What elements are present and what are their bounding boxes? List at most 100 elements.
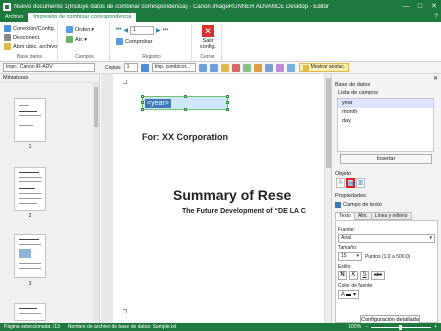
pen-icon[interactable] (253, 63, 262, 72)
view-icon[interactable] (286, 63, 295, 72)
object-icons: A ▤ ▥ (336, 178, 365, 188)
field-list: year month day (337, 98, 434, 152)
tab-alin[interactable]: Alin. (353, 212, 372, 220)
next-record-icon[interactable]: ▶ (156, 27, 161, 34)
thumbnail-page-3[interactable] (14, 234, 46, 278)
crop-mark (123, 309, 127, 313)
maximize-button[interactable]: □ (413, 0, 427, 13)
show-annotations-button[interactable]: Mostrar anotac. (298, 63, 350, 72)
year-field[interactable]: <year> (141, 95, 229, 111)
print-icon[interactable] (140, 63, 149, 72)
add-page-icon[interactable] (242, 63, 251, 72)
font-color-label: Color de fuente: (338, 283, 374, 289)
underline-button[interactable]: S (360, 271, 369, 280)
field-item-month[interactable]: month (338, 108, 433, 117)
thumbnail-page-4[interactable] (14, 303, 46, 321)
field-item-year[interactable]: year (338, 99, 433, 108)
attributes-icon (66, 36, 73, 43)
tab-archivo[interactable]: Archivo (0, 13, 28, 22)
zoom-out-icon[interactable]: − (365, 324, 368, 330)
zoom-control: 100% − + (344, 324, 441, 330)
thumbnail-number: 2 (28, 213, 32, 219)
resize-handle[interactable] (141, 101, 144, 104)
zoom-slider[interactable] (371, 324, 432, 330)
chevron-down-icon: ▾ (353, 292, 357, 298)
property-tabs: Texto Alin. Línea y relleno (335, 212, 412, 220)
document-canvas: <year> For: XX Corporation Summary of Re… (101, 74, 331, 323)
image-placeholder (19, 249, 31, 258)
open-icon[interactable] (220, 63, 229, 72)
thumbnail-page-2[interactable] (14, 167, 46, 211)
tab-linea-relleno[interactable]: Línea y relleno (370, 212, 412, 220)
copies-input[interactable]: 1 (123, 63, 138, 72)
strikethrough-button[interactable]: abc (371, 271, 385, 280)
image-object-icon[interactable]: ▥ (356, 178, 365, 188)
font-color-picker[interactable]: A ▾ (338, 290, 360, 299)
group-base-datos: Conexión/Config. Desconect. Abrir ubic. … (2, 23, 58, 61)
field-object-icon[interactable]: ▤ (346, 178, 355, 188)
copies-label: Copias (105, 64, 121, 71)
text-object-icon[interactable]: A (336, 178, 345, 188)
delete-icon[interactable] (231, 63, 240, 72)
group-registro: ⏮ ◀ 1 ▶ ⏭ Comprobar Registro (112, 23, 192, 61)
chevron-down-icon: ▾ (84, 36, 88, 43)
canvas-scrollbar[interactable] (324, 74, 331, 323)
check-button[interactable]: Comprobar (116, 38, 153, 45)
resize-handle[interactable] (184, 95, 187, 98)
resize-handle[interactable] (226, 95, 229, 98)
ribbon-tabs: Archivo Impresión de combinar correspond… (0, 13, 441, 22)
prev-record-icon[interactable]: ◀ (123, 27, 128, 34)
resize-handle[interactable] (184, 108, 187, 111)
open-file-location-button[interactable]: Abrir ubic. archivo (4, 43, 57, 50)
first-record-icon[interactable]: ⏮ (116, 27, 121, 34)
crop-mark (123, 80, 127, 84)
printer-select[interactable]: Impr.: Canon iR-ADV (3, 63, 95, 72)
ribbon: Conexión/Config. Desconect. Abrir ubic. … (0, 22, 441, 62)
size-label: Tamaño: (338, 245, 358, 251)
connect-config-button[interactable]: Conexión/Config. (4, 25, 55, 32)
disconnect-button[interactable]: Desconect. (4, 34, 41, 41)
tab-texto[interactable]: Texto (335, 212, 355, 220)
help-icon[interactable]: ? (431, 14, 441, 22)
resize-handle[interactable] (226, 108, 229, 111)
group-campos: Orden ▾ Atr. ▾ Campos (60, 23, 110, 61)
bold-button[interactable]: N (338, 271, 347, 280)
document-page: <year> For: XX Corporation Summary of Re… (113, 74, 331, 323)
annotation-icon (302, 64, 309, 71)
font-label: Fuente: (338, 227, 355, 233)
close-icon[interactable]: ✕ (433, 75, 438, 82)
close-window-button[interactable]: ✕ (427, 0, 441, 13)
database-icon (4, 25, 11, 32)
selected-page-status: Página seleccionada: /13 (4, 324, 60, 330)
attributes-button[interactable]: Atr. ▾ (66, 36, 87, 43)
thumbnail-scrollbar[interactable] (93, 83, 99, 321)
last-record-icon[interactable]: ⏭ (163, 27, 168, 34)
tab-mail-merge[interactable]: Impresión de combinar correspondencia (28, 13, 137, 22)
resize-handle[interactable] (226, 101, 229, 104)
order-button[interactable]: Orden ▾ (66, 26, 94, 33)
disconnect-icon (4, 34, 11, 41)
stamp-icon[interactable] (264, 63, 273, 72)
insert-button[interactable]: Insertar (340, 154, 432, 164)
size-select[interactable]: 15 ▾ (338, 252, 362, 261)
year-placeholder: <year> (145, 99, 171, 108)
zoom-in-icon[interactable]: + (434, 324, 437, 330)
field-item-day[interactable]: day (338, 117, 433, 126)
group-label-campos: Campos (75, 54, 94, 60)
thumbnail-page-1[interactable] (14, 98, 46, 142)
redo-icon[interactable] (209, 63, 218, 72)
exit-config-button[interactable]: ✕ Salir config. (197, 25, 219, 50)
style-buttons: N K S abc (338, 271, 385, 280)
resize-handle[interactable] (141, 108, 144, 111)
resize-handle[interactable] (141, 95, 144, 98)
print-mode-select[interactable]: Imp. comb/cor... (151, 63, 196, 72)
chevron-down-icon: ▾ (91, 26, 95, 33)
undo-icon[interactable] (198, 63, 207, 72)
zoom-level: 100% (348, 324, 362, 330)
record-number-input[interactable]: 1 (130, 26, 155, 35)
font-select[interactable]: Arial ▾ (338, 234, 435, 243)
tool-icon[interactable] (275, 63, 284, 72)
italic-button[interactable]: K (349, 271, 358, 280)
style-label: Estilo: (338, 264, 352, 270)
minimize-button[interactable]: — (399, 0, 413, 13)
